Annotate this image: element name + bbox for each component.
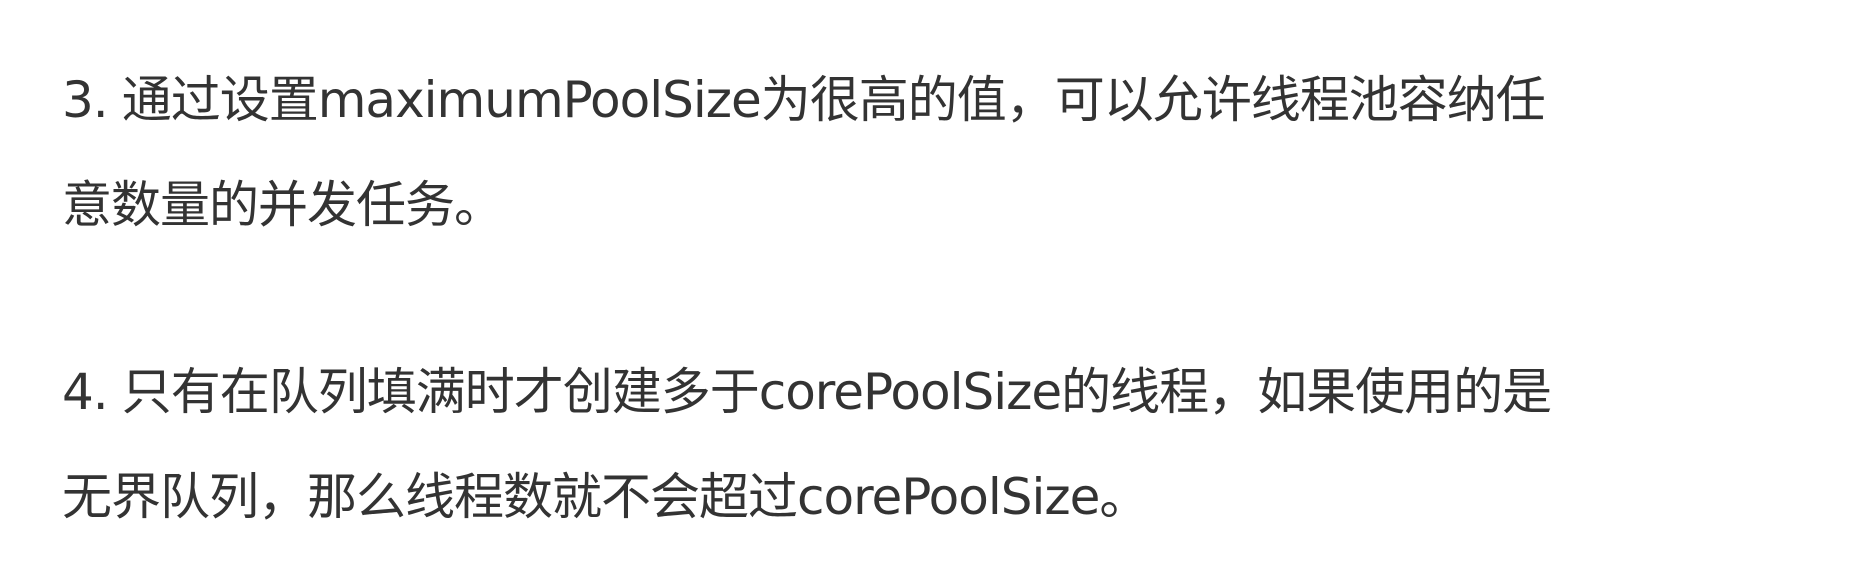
paragraph-line: 无界队列，那么线程数就不会超过corePoolSize。 (62, 468, 1149, 526)
paragraph-number: 3. (62, 71, 109, 129)
paragraph-3: 3. 通过设置maximumPoolSize为很高的值，可以允许线程池容纳任 意数… (62, 48, 1847, 258)
paragraph-number: 4. (62, 363, 109, 421)
paragraph-line: 通过设置maximumPoolSize为很高的值，可以允许线程池容纳任 (121, 71, 1546, 129)
document-body: 3. 通过设置maximumPoolSize为很高的值，可以允许线程池容纳任 意数… (62, 48, 1847, 550)
paragraph-4: 4. 只有在队列填满时才创建多于corePoolSize的线程，如果使用的是 无界… (62, 340, 1847, 550)
paragraph-line: 意数量的并发任务。 (62, 176, 504, 234)
paragraph-line: 只有在队列填满时才创建多于corePoolSize的线程，如果使用的是 (121, 363, 1552, 421)
